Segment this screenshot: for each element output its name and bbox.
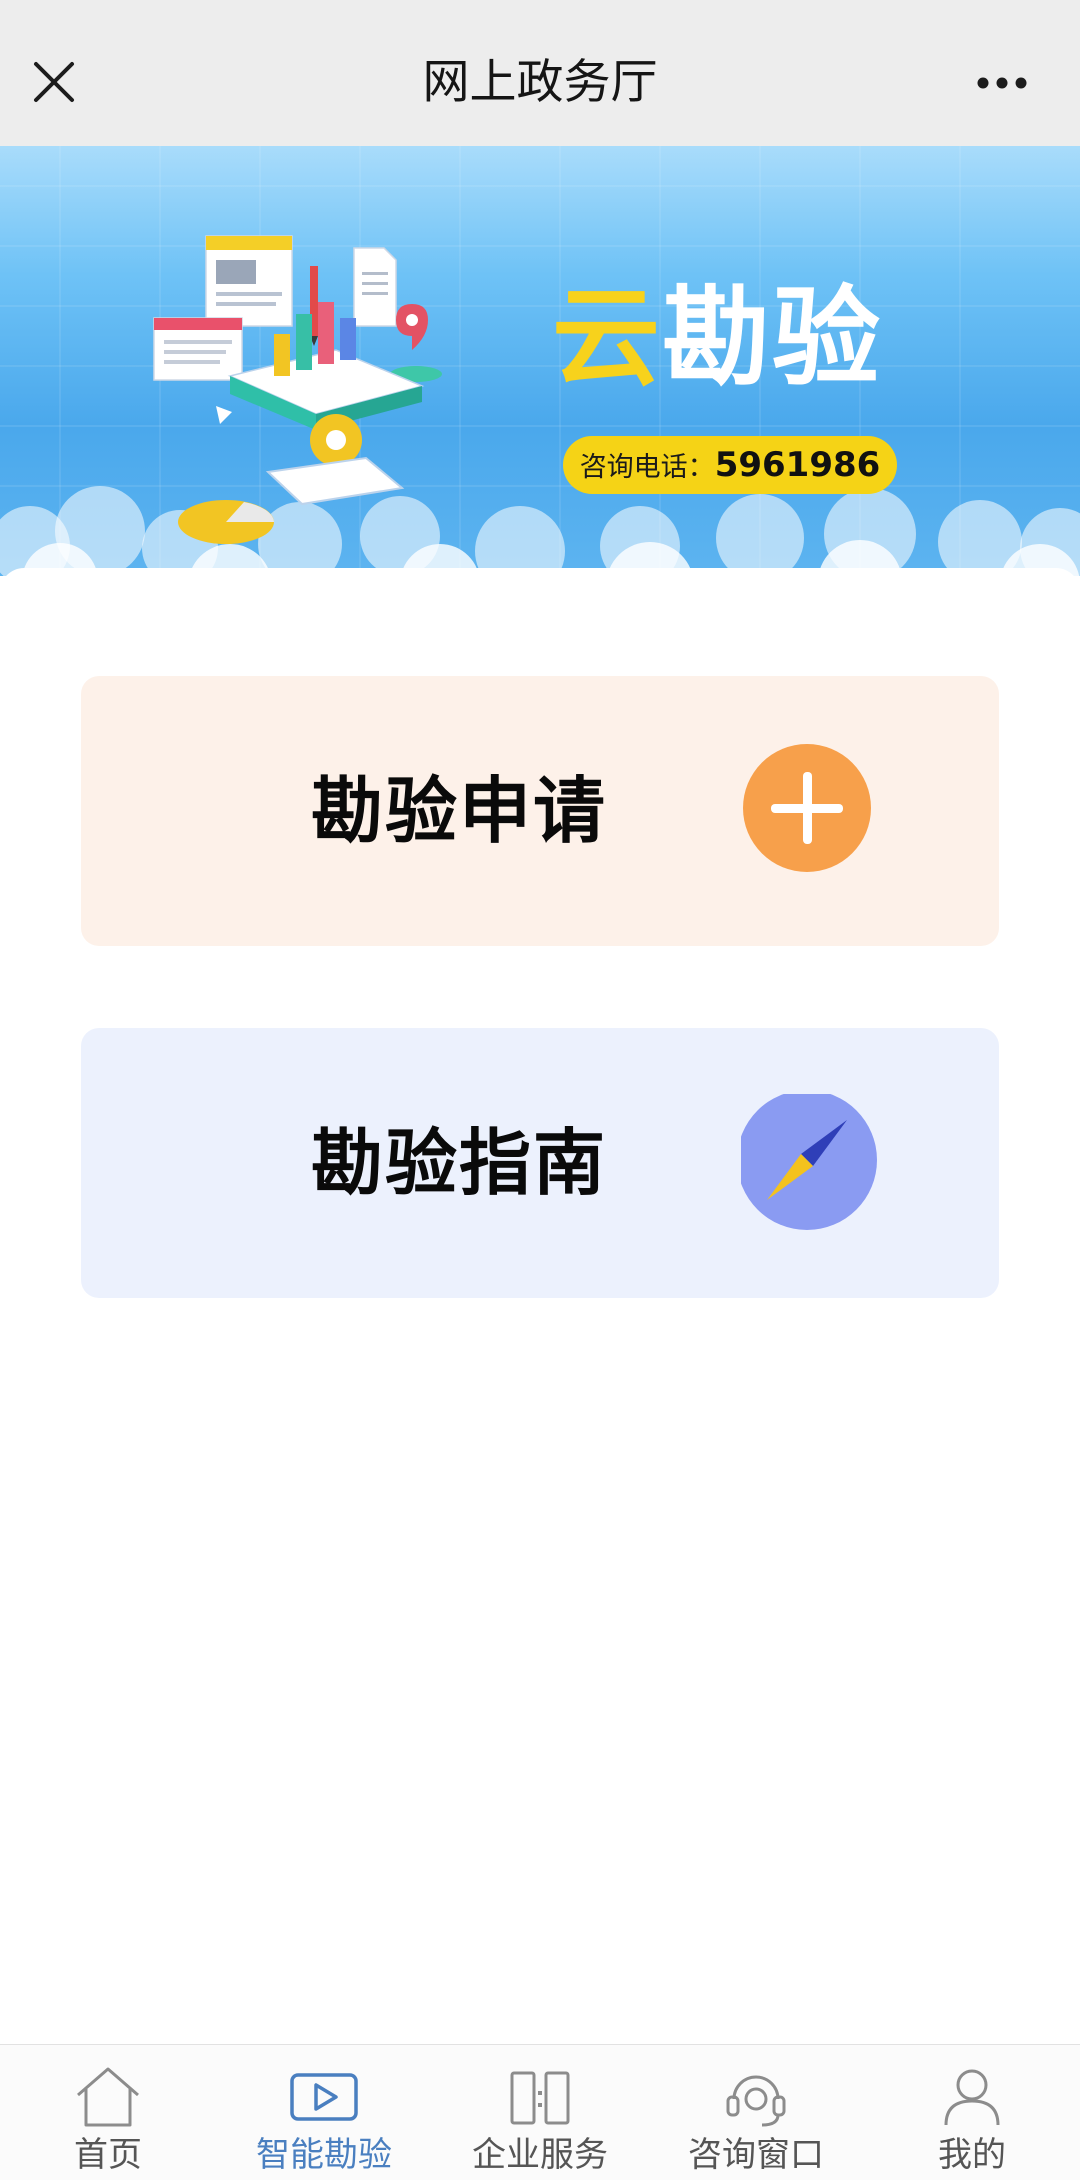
compass-icon: [741, 1094, 877, 1230]
survey-guide-card[interactable]: 勘验指南: [81, 1028, 999, 1298]
tab-consult-window-label: 咨询窗口: [688, 2135, 824, 2175]
tab-consult-window[interactable]: 咨询窗口: [648, 2045, 864, 2180]
plus-icon: [743, 744, 871, 872]
survey-guide-label: 勘验指南: [311, 1121, 608, 1205]
building-icon: [510, 2071, 570, 2125]
tab-home[interactable]: 首页: [0, 2045, 216, 2180]
survey-apply-card[interactable]: 勘验申请: [81, 676, 999, 946]
more-icon: [977, 77, 1027, 89]
tab-enterprise-service-label: 企业服务: [472, 2135, 608, 2175]
tab-smart-survey[interactable]: 智能勘验: [216, 2045, 432, 2180]
video-icon: [290, 2073, 358, 2121]
banner: 云勘验 咨询电话：5961986: [0, 146, 1080, 576]
tab-home-label: 首页: [74, 2135, 142, 2175]
tab-enterprise-service[interactable]: 企业服务: [432, 2045, 648, 2180]
survey-apply-label: 勘验申请: [311, 769, 608, 853]
home-icon: [77, 2067, 139, 2127]
bottom-tab-bar: 首页 智能勘验 企业服务 咨询窗口 我的: [0, 2044, 1080, 2180]
phone-number: 5961986: [714, 445, 881, 485]
tab-smart-survey-label: 智能勘验: [256, 2135, 392, 2175]
headset-icon: [726, 2075, 786, 2127]
tab-mine[interactable]: 我的: [864, 2045, 1080, 2180]
more-button[interactable]: [960, 56, 1056, 110]
consult-phone-badge: 咨询电话：5961986: [563, 436, 897, 494]
brand-rest: 勘验: [662, 276, 883, 401]
page-title: 网上政务厅: [422, 55, 658, 110]
brand-highlight: 云: [552, 276, 663, 401]
brand-title: 云勘验: [552, 274, 972, 404]
survey-illustration: [153, 235, 442, 544]
top-bar: 网上政务厅: [0, 0, 1080, 146]
user-icon: [944, 2069, 1000, 2126]
tab-mine-label: 我的: [938, 2135, 1006, 2175]
phone-label: 咨询电话：: [579, 452, 715, 483]
